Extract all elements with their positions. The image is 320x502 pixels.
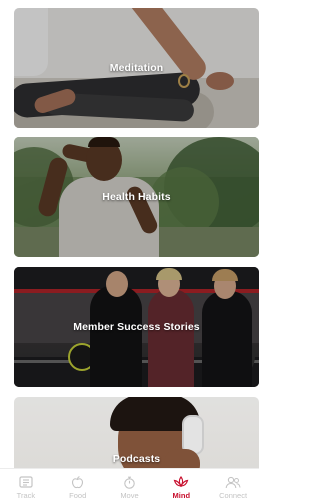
nav-label-mind: Mind	[172, 491, 191, 500]
nav-label-connect: Connect	[219, 491, 248, 500]
people-icon	[225, 475, 241, 489]
nav-label-food: Food	[69, 491, 87, 500]
content-cards-list[interactable]: Meditation Health Habits Member Success …	[0, 0, 259, 468]
podcasts-card[interactable]: Podcasts	[14, 397, 259, 468]
card-title: Meditation	[109, 62, 164, 74]
apple-icon	[70, 475, 86, 489]
card-title: Podcasts	[112, 453, 161, 465]
nav-item-mind[interactable]: Mind	[155, 475, 207, 500]
nav-item-connect[interactable]: Connect	[207, 475, 259, 500]
list-icon	[18, 475, 34, 489]
nav-label-move: Move	[120, 491, 139, 500]
card-title: Health Habits	[102, 191, 171, 203]
nav-item-track[interactable]: Track	[0, 475, 52, 500]
mind-screen: Meditation Health Habits Member Success …	[0, 0, 259, 502]
card-title: Member Success Stories	[73, 321, 200, 333]
lotus-icon	[173, 475, 189, 489]
health-habits-card[interactable]: Health Habits	[14, 137, 259, 257]
nav-item-move[interactable]: Move	[104, 475, 156, 500]
meditation-card[interactable]: Meditation	[14, 8, 259, 128]
bottom-nav: Track Food Move Mind Connect	[0, 468, 259, 502]
stopwatch-icon	[121, 475, 137, 489]
nav-label-track: Track	[16, 491, 36, 500]
member-success-stories-card[interactable]: Member Success Stories	[14, 267, 259, 387]
nav-item-food[interactable]: Food	[52, 475, 104, 500]
